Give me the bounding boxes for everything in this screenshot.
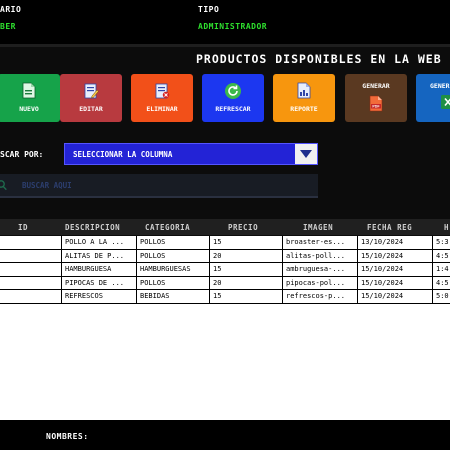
table-cell: 4:5 [432,276,450,290]
table-cell: pipocas-pol... [282,276,357,290]
table-cell [0,236,61,249]
generate-pdf-label: GENERAR [362,82,390,90]
report-document-icon [297,82,311,99]
column-header-hora[interactable]: H [444,223,449,232]
report-button[interactable]: REPORTE [273,74,335,122]
table-cell: PIPOCAS DE ... [61,276,136,290]
table-cell: 13/10/2024 [357,236,432,249]
table-cell [0,277,61,290]
table-row[interactable]: HAMBURGUESA HAMBURGUESAS 15 ambruguesa-... 1… [0,263,450,277]
new-button[interactable]: NUEVO [0,74,60,122]
table-cell: 15 [209,263,282,276]
table-cell: 15/10/2024 [357,276,432,290]
table-row[interactable]: PIPOCAS DE ... POLLOS 20 pipocas-pol... 15/1… [0,276,450,290]
table-cell: 15/10/2024 [357,249,432,263]
table-cell: REFRESCOS [61,290,136,303]
table-cell [0,263,61,276]
table-cell [0,290,61,303]
table-row[interactable]: ALITAS DE P... POLLOS 20 alitas-poll... 15/1… [0,249,450,263]
pdf-icon: PDF [369,95,383,112]
search-input[interactable]: BUSCAR AQUI [0,174,318,198]
table-cell: POLLOS [136,249,209,263]
table-cell: HAMBURGUESA [61,263,136,276]
table-cell: 20 [209,276,282,290]
generate-excel-label: GENER [430,82,450,90]
column-header-descripcion[interactable]: DESCRIPCION [65,223,120,232]
table-cell: 15/10/2024 [357,290,432,303]
table-row[interactable]: POLLO A LA ... POLLOS 15 broaster-es... 13/1… [0,236,450,250]
table-cell [0,250,61,263]
svg-text:PDF: PDF [372,105,380,109]
edit-button-label: EDITAR [79,105,103,113]
type-label: TIPO [198,5,220,14]
table-cell: BEBIDAS [136,290,209,303]
column-header-precio[interactable]: PRECIO [228,223,258,232]
column-header-fecha-reg[interactable]: FECHA REG [367,223,412,232]
type-value: ADMINISTRADOR [198,22,268,31]
delete-button-label: ELIMINAR [146,105,178,113]
table-cell: alitas-poll... [282,249,357,263]
refresh-button[interactable]: REFRESCAR [202,74,264,122]
table-cell: ambruguesa-... [282,263,357,276]
column-select-toggle[interactable] [295,144,317,164]
table-cell: 5:3 [432,236,450,249]
new-button-label: NUEVO [19,105,39,113]
search-placeholder: BUSCAR AQUI [22,181,72,190]
chevron-down-icon [300,150,312,158]
column-header-categoria[interactable]: CATEGORIA [145,223,190,232]
header-divider [0,44,450,47]
column-select-value: SELECCIONAR LA COLUMNA [73,150,173,159]
table-cell: POLLOS [136,236,209,249]
products-table[interactable]: POLLO A LA ... POLLOS 15 broaster-es... 13/1… [0,236,450,420]
names-label: NOMBRES: [46,432,89,441]
table-header: ID DESCRIPCION CATEGORIA PRECIO IMAGEN F… [0,219,450,235]
table-cell: broaster-es... [282,236,357,249]
delete-document-icon [155,83,170,99]
excel-icon [441,95,450,109]
refresh-button-label: REFRESCAR [215,105,251,113]
page-title: PRODUCTOS DISPONIBLES EN LA WEB [196,52,442,66]
new-document-icon [22,82,36,99]
table-cell: 15 [209,290,282,303]
column-header-imagen[interactable]: IMAGEN [303,223,333,232]
column-select[interactable]: SELECCIONAR LA COLUMNA [64,143,318,165]
table-row[interactable]: REFRESCOS BEBIDAS 15 refrescos-p... 15/10/20… [0,290,450,304]
user-value: BER [0,22,16,31]
table-cell: 15/10/2024 [357,263,432,276]
table-cell: 5:0 [432,290,450,303]
table-cell: POLLO A LA ... [61,236,136,249]
table-cell: ALITAS DE P... [61,249,136,263]
delete-button[interactable]: ELIMINAR [131,74,193,122]
table-cell: 20 [209,249,282,263]
generate-excel-button[interactable]: GENER [416,74,450,122]
search-by-label: SCAR POR: [0,150,44,159]
table-cell: 15 [209,236,282,249]
edit-button[interactable]: EDITAR [60,74,122,122]
column-header-id[interactable]: ID [18,223,28,232]
table-cell: refrescos-p... [282,290,357,303]
table-cell: 1:4 [432,263,450,276]
table-cell: POLLOS [136,276,209,290]
table-cell: 4:5 [432,249,450,263]
table-cell: HAMBURGUESAS [136,263,209,276]
user-label: ARIO [0,5,22,14]
generate-pdf-button[interactable]: GENERAR PDF [345,74,407,122]
report-button-label: REPORTE [290,105,318,113]
search-icon [0,180,7,191]
refresh-icon [225,83,241,99]
edit-document-icon [84,83,99,99]
